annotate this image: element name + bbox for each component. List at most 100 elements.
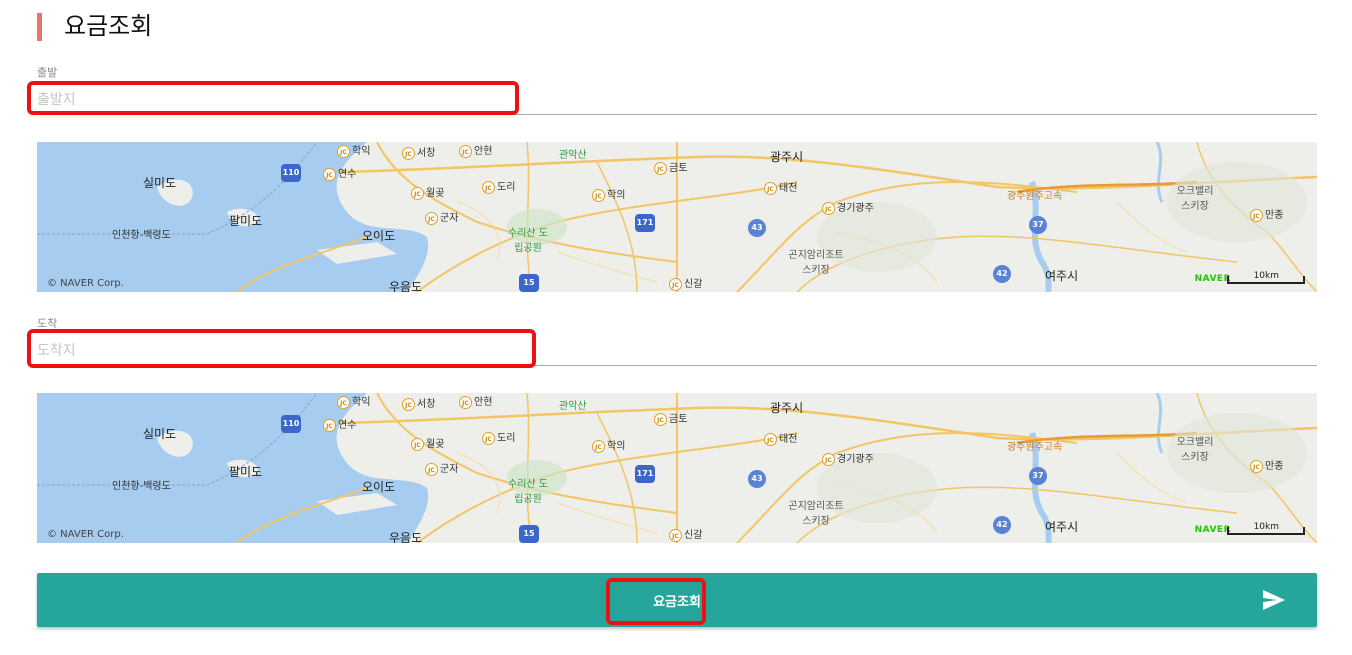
map-jc-wolgot-text: 월곶 [426, 188, 445, 199]
map-jc-gunja-text: 군자 [440, 464, 459, 475]
junction-icon: JC [402, 146, 415, 160]
route-43-marker: 43 [748, 219, 766, 237]
route-110-shield: 110 [281, 164, 301, 182]
junction-icon: JC [402, 397, 415, 411]
route-15-shield: 15 [519, 525, 539, 543]
map-jc-seochang-text: 서창 [417, 148, 436, 159]
departure-map[interactable]: 실미도 팔미도 인천항-백령도 오이도 우음도 수리산 도립공원 관악산 광주시… [37, 142, 1317, 292]
junction-icon: JC [764, 181, 777, 195]
map-jc-gyeonggi-gwangju: JC 경기광주 [822, 450, 874, 466]
junction-icon: JC [459, 395, 472, 409]
map-scale-bar [1227, 276, 1305, 284]
junction-icon: JC [654, 412, 667, 426]
arrival-map[interactable]: 실미도 팔미도 인천항-백령도 오이도 우음도 수리산 도립공원 관악산 광주시… [37, 393, 1317, 543]
junction-icon: JC [337, 144, 350, 158]
map-label-gwanaksan: 관악산 [559, 150, 587, 161]
map-jc-singal: JC 신갈 [669, 526, 702, 542]
map-jc-manjong-text: 만종 [1265, 210, 1284, 221]
map-jc-gyeonggi-gwangju-text: 경기광주 [837, 454, 874, 465]
junction-icon: JC [425, 462, 438, 476]
page-title: 요금조회 [64, 12, 153, 40]
junction-icon: JC [323, 418, 336, 432]
map-jc-dori-text: 도리 [497, 182, 516, 193]
map-jc-hakui: JC 학의 [592, 437, 625, 453]
map-jc-wolgot: JC 월곶 [411, 184, 444, 200]
map-jc-wolgot-text: 월곶 [426, 439, 445, 450]
map-label-palmido: 팔미도 [229, 465, 263, 479]
route-37-marker: 37 [1029, 216, 1047, 234]
map-label-silmido: 실미도 [143, 427, 177, 441]
junction-icon: JC [482, 431, 495, 445]
map-label-ueumdo: 우음도 [389, 280, 423, 292]
map-jc-hakik-text: 학익 [352, 397, 371, 408]
map-jc-dori: JC 도리 [482, 429, 515, 445]
route-37-marker: 37 [1029, 467, 1047, 485]
map-label-suri-park: 수리산 도립공원 [508, 228, 548, 254]
route-43-marker: 43 [748, 470, 766, 488]
departure-input[interactable] [37, 86, 1317, 115]
junction-icon: JC [1250, 459, 1263, 473]
map-jc-anhyeon: JC 안현 [459, 393, 492, 409]
junction-icon: JC [411, 437, 424, 451]
map-jc-anhyeon: JC 안현 [459, 142, 492, 158]
junction-icon: JC [822, 201, 835, 215]
fare-lookup-button[interactable]: 요금조회 [37, 573, 1317, 627]
map-jc-hakik: JC 학익 [337, 393, 370, 409]
departure-label: 출발 [37, 66, 58, 79]
map-jc-taejeon-text: 태전 [779, 434, 798, 445]
map-jc-gunja-text: 군자 [440, 213, 459, 224]
map-jc-dori-text: 도리 [497, 433, 516, 444]
junction-icon: JC [669, 528, 682, 542]
route-171-shield: 171 [635, 465, 655, 483]
map-jc-seochang: JC 서창 [402, 144, 435, 160]
map-jc-seochang: JC 서창 [402, 395, 435, 411]
junction-icon: JC [654, 161, 667, 175]
map-label-gwangju: 광주시 [770, 150, 804, 164]
map-label-gwanaksan: 관악산 [559, 401, 587, 412]
map-jc-taejeon: JC 태전 [764, 430, 797, 446]
map-jc-geumto: JC 금토 [654, 159, 687, 175]
route-110-shield: 110 [281, 415, 301, 433]
map-label-gonjiam: 곤지암리조트 스키장 [788, 501, 844, 527]
map-label-silmido: 실미도 [143, 176, 177, 190]
map-jc-hakui-text: 학의 [607, 190, 626, 201]
map-jc-hakik: JC 학익 [337, 142, 370, 158]
map-scale-bar [1227, 527, 1305, 535]
map-jc-gyeonggi-gwangju: JC 경기광주 [822, 199, 874, 215]
map-label-oido: 오이도 [362, 480, 396, 494]
map-label-ueumdo: 우음도 [389, 531, 423, 543]
map-label-expressway: 광주원주고속 [1007, 191, 1063, 202]
naver-logo: NAVER [1194, 525, 1231, 535]
title-accent-bar [37, 13, 42, 41]
map-jc-anhyeon-text: 안현 [474, 146, 493, 157]
map-jc-geumto: JC 금토 [654, 410, 687, 426]
map-label-gwangju: 광주시 [770, 401, 804, 415]
junction-icon: JC [669, 277, 682, 291]
junction-icon: JC [411, 186, 424, 200]
map-jc-yeonsu-text: 연수 [338, 420, 357, 431]
route-42-marker: 42 [993, 516, 1011, 534]
map-jc-anhyeon-text: 안현 [474, 397, 493, 408]
route-171-shield: 171 [635, 214, 655, 232]
arrival-input[interactable] [37, 337, 1317, 366]
junction-icon: JC [1250, 208, 1263, 222]
map-label-gonjiam: 곤지암리조트 스키장 [788, 250, 844, 276]
map-jc-manjong: JC 만종 [1250, 457, 1283, 473]
map-jc-hakui-text: 학의 [607, 441, 626, 452]
map-jc-yeonsu-text: 연수 [338, 169, 357, 180]
map-label-oak-valley: 오크밸리 스키장 [1176, 186, 1214, 212]
junction-icon: JC [337, 395, 350, 409]
map-jc-wolgot: JC 월곶 [411, 435, 444, 451]
map-label-oido: 오이도 [362, 229, 396, 243]
map-jc-hakui: JC 학의 [592, 186, 625, 202]
map-label-expressway: 광주원주고속 [1007, 442, 1063, 453]
map-label-incheon-port: 인천항-백령도 [112, 230, 171, 241]
map-label-incheon-port: 인천항-백령도 [112, 481, 171, 492]
junction-icon: JC [482, 180, 495, 194]
map-jc-gyeonggi-gwangju-text: 경기광주 [837, 203, 874, 214]
map-jc-geumto-text: 금토 [669, 163, 688, 174]
map-jc-manjong-text: 만종 [1265, 461, 1284, 472]
map-copyright: © NAVER Corp. [47, 278, 124, 289]
naver-logo: NAVER [1194, 274, 1231, 284]
map-label-oak-valley: 오크밸리 스키장 [1176, 437, 1214, 463]
